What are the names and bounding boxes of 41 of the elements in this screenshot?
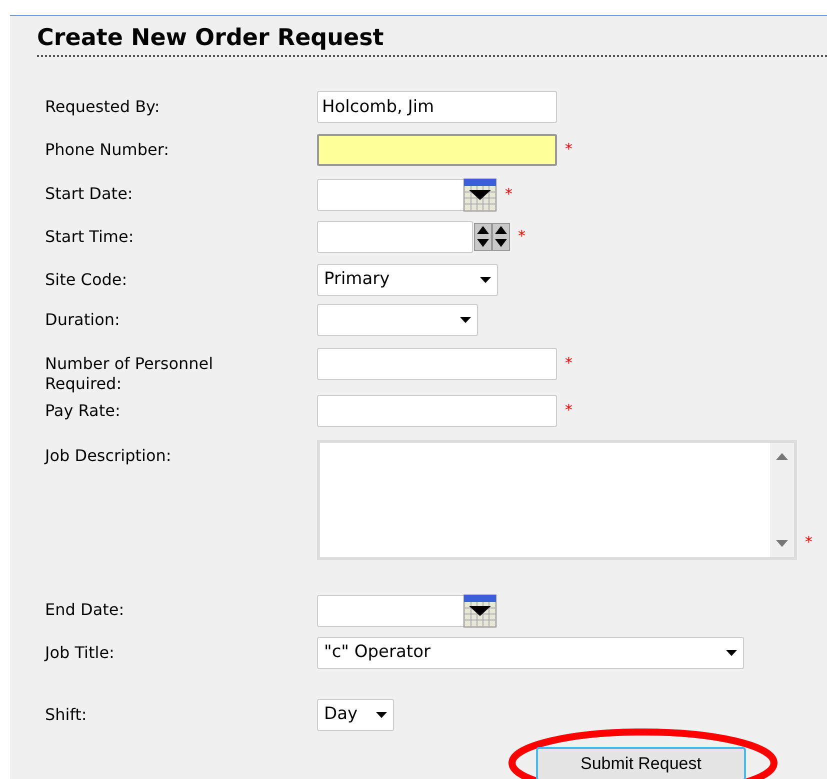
field-label: Shift:	[45, 704, 88, 725]
field-label: Job Title:	[45, 642, 116, 663]
time-field[interactable]	[317, 220, 473, 253]
date-field[interactable]	[317, 594, 465, 627]
submit-button[interactable]: Submit Request	[536, 746, 746, 779]
caret-icon	[376, 712, 387, 718]
date-field[interactable]	[317, 178, 465, 211]
dropdown[interactable]: Primary	[317, 264, 498, 296]
dropdown[interactable]: Day	[317, 698, 394, 731]
text-field[interactable]	[317, 394, 557, 427]
required-mark: *	[805, 532, 812, 551]
field-label: Start Date:	[45, 184, 134, 204]
scroll-down-icon[interactable]	[776, 540, 788, 547]
text-field[interactable]: Holcomb, Jim	[317, 90, 557, 123]
required-mark: *	[565, 356, 572, 372]
calendar-icon[interactable]	[463, 178, 497, 212]
field-label: Pay Rate:	[45, 400, 122, 421]
required-mark: *	[565, 142, 572, 158]
required-mark: *	[565, 403, 572, 418]
required-mark: *	[518, 229, 526, 244]
dropdown[interactable]	[317, 304, 478, 336]
caret-icon	[460, 316, 471, 323]
field-label: Duration:	[45, 310, 121, 330]
calendar-icon[interactable]	[463, 594, 497, 628]
field-label: Number of Personnel Required:	[45, 354, 214, 394]
scrollbar[interactable]	[770, 442, 794, 557]
spinner-arrows-icon[interactable]	[474, 222, 510, 251]
field-label: Site Code:	[45, 270, 128, 290]
text-field[interactable]	[317, 134, 557, 166]
field-label: End Date:	[45, 600, 126, 620]
field-label: Phone Number:	[45, 140, 170, 160]
field-label: Start Time:	[45, 226, 135, 247]
dropdown[interactable]: "c" Operator	[317, 636, 744, 669]
required-mark: *	[505, 187, 512, 202]
text-field[interactable]	[317, 348, 557, 380]
page-title: Create New Order Request	[37, 24, 385, 53]
caret-icon	[726, 650, 737, 656]
field-label: Requested By:	[45, 96, 161, 117]
caret-icon	[480, 276, 491, 283]
field-label: Job Description:	[45, 446, 172, 466]
scroll-up-icon[interactable]	[776, 452, 788, 460]
